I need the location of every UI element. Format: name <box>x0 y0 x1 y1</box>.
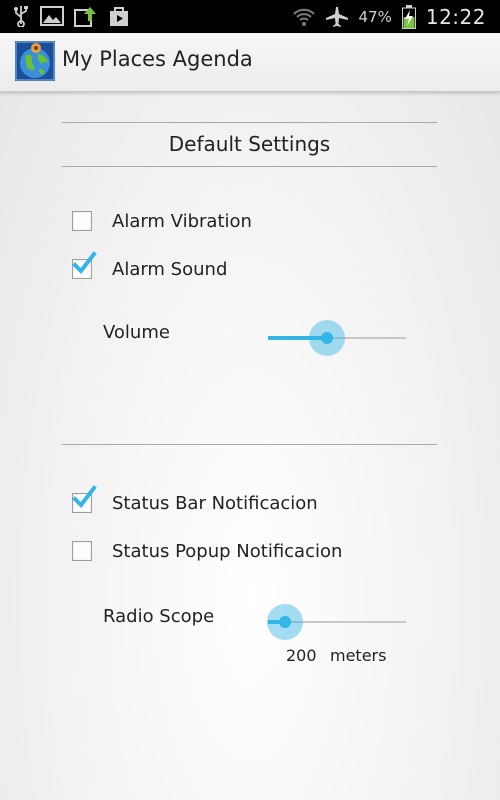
system-icons: 47% 12:22 <box>292 0 486 33</box>
radio-scope-label: Radio Scope <box>103 606 215 627</box>
alarm-sound-label: Alarm Sound <box>112 258 228 280</box>
alarm-vibration-checkbox[interactable] <box>72 211 92 231</box>
alarm-vibration-row[interactable]: Alarm Vibration <box>72 206 252 236</box>
globe-icon[interactable] <box>15 41 55 81</box>
upload-icon <box>74 7 96 27</box>
status-popup-notification-checkbox[interactable] <box>72 541 92 561</box>
status-popup-notification-label: Status Popup Notificacion <box>112 540 343 562</box>
volume-label: Volume <box>103 322 170 343</box>
status-bar-notification-row[interactable]: Status Bar Notificacion <box>72 485 318 518</box>
clock: 12:22 <box>425 4 486 29</box>
wifi-icon <box>292 8 315 26</box>
airplane-icon <box>325 6 348 27</box>
radio-scope-slider[interactable] <box>267 604 406 640</box>
alarm-vibration-label: Alarm Vibration <box>112 210 252 232</box>
header-top-divider <box>62 122 437 123</box>
section-divider <box>62 444 437 445</box>
checkmark-icon <box>72 251 97 275</box>
volume-slider[interactable] <box>268 320 406 356</box>
slider-thumb[interactable] <box>321 332 333 344</box>
alarm-sound-checkbox[interactable] <box>72 251 97 279</box>
battery-percent: 47% <box>358 7 392 26</box>
gallery-icon <box>40 6 64 26</box>
status-popup-notification-row[interactable]: Status Popup Notificacion <box>72 536 342 566</box>
checkmark-icon <box>72 485 97 509</box>
battery-charging-icon <box>401 4 416 29</box>
store-icon <box>110 7 128 26</box>
status-bar-notification-label: Status Bar Notificacion <box>112 492 318 514</box>
status-bar: 47% 12:22 <box>0 0 500 33</box>
radio-scope-value: 200 <box>286 646 317 665</box>
app-title: My Places Agenda <box>62 47 253 71</box>
status-bar-notification-checkbox[interactable] <box>72 485 97 513</box>
radio-scope-unit: meters <box>330 646 387 665</box>
header-bottom-divider <box>62 166 437 167</box>
section-title: Default Settings <box>168 132 331 156</box>
usb-icon <box>14 6 28 27</box>
action-bar: My Places Agenda <box>0 33 500 92</box>
slider-thumb[interactable] <box>279 616 291 628</box>
notification-icons <box>12 5 130 27</box>
alarm-sound-row[interactable]: Alarm Sound <box>72 251 228 284</box>
